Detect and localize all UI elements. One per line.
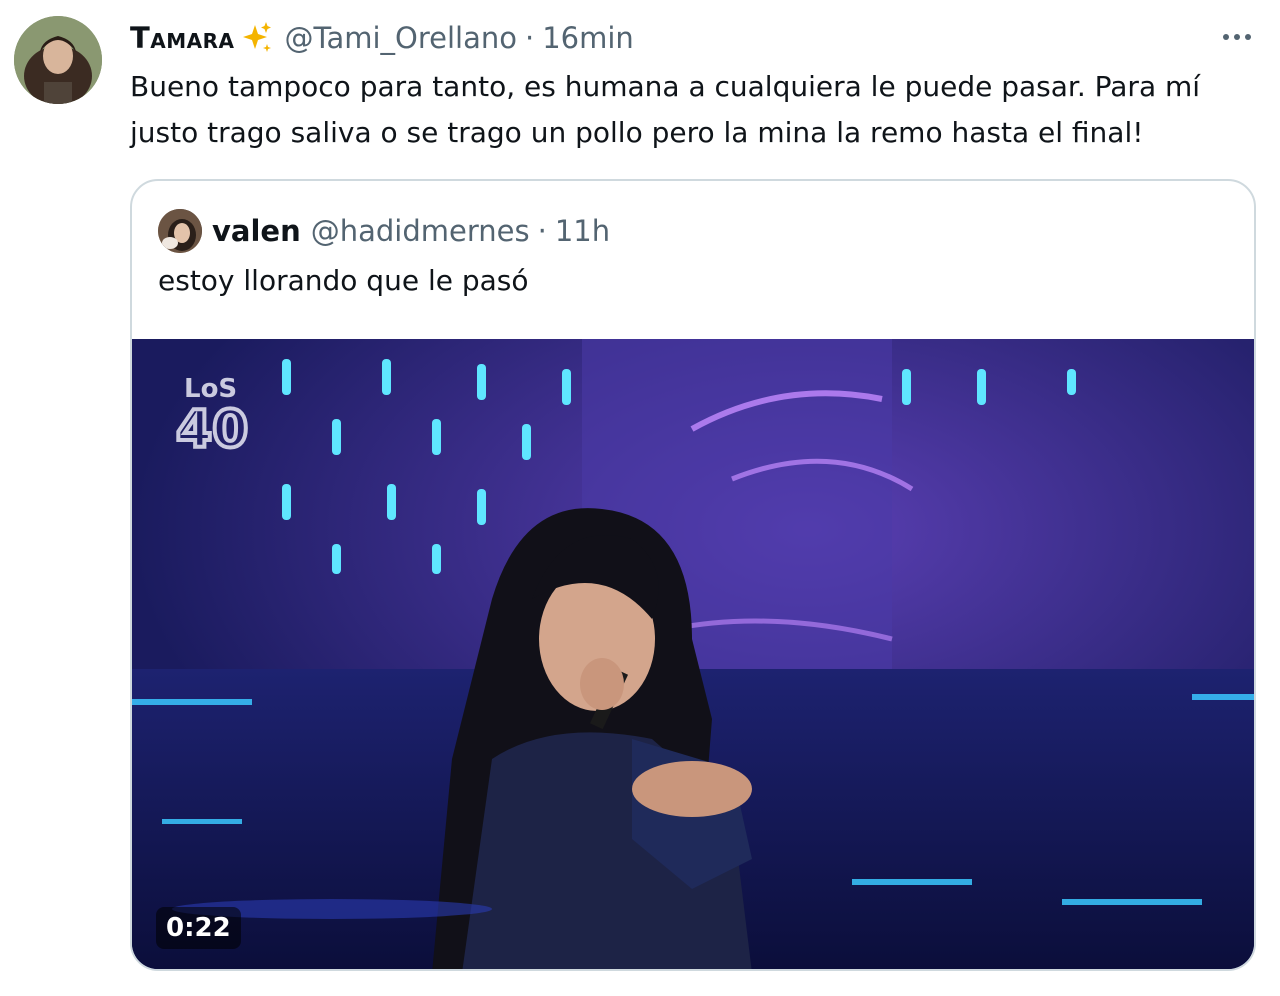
video-duration-badge: 0:22 xyxy=(156,907,241,949)
quoted-tweet[interactable]: valen @hadidmernes · 11h estoy llorando … xyxy=(130,179,1256,971)
more-horizontal-icon xyxy=(1223,34,1229,40)
author-name[interactable]: Tamara xyxy=(130,21,235,55)
author-avatar[interactable] xyxy=(14,16,102,104)
quoted-tweet-text: estoy llorando que le pasó xyxy=(158,264,529,297)
quoted-tweet-timestamp[interactable]: 11h xyxy=(555,214,610,248)
tweet-header: Tamara @Tami_Orellano · 16min xyxy=(130,18,634,58)
separator-dot: · xyxy=(537,214,547,248)
tweet[interactable]: Tamara @Tami_Orellano · 16min Bueno tamp… xyxy=(0,0,1280,996)
video-player[interactable]: LoS 40 0:22 xyxy=(132,339,1254,969)
quoted-author-handle[interactable]: @hadidmernes xyxy=(311,214,530,248)
author-handle[interactable]: @Tami_Orellano xyxy=(285,21,517,55)
quoted-author-avatar[interactable] xyxy=(158,209,202,253)
more-options-button[interactable] xyxy=(1212,22,1262,52)
separator-dot: · xyxy=(524,21,535,55)
quoted-tweet-header: valen @hadidmernes · 11h xyxy=(212,209,610,253)
video-frame xyxy=(132,339,1254,969)
svg-text:40: 40 xyxy=(176,400,248,457)
tweet-text: Bueno tampoco para tanto, es humana a cu… xyxy=(130,70,1201,149)
sparkles-icon xyxy=(237,19,275,57)
quoted-author-name[interactable]: valen xyxy=(212,214,301,248)
los40-watermark: LoS 40 xyxy=(174,374,250,457)
tweet-timestamp[interactable]: 16min xyxy=(542,21,634,55)
